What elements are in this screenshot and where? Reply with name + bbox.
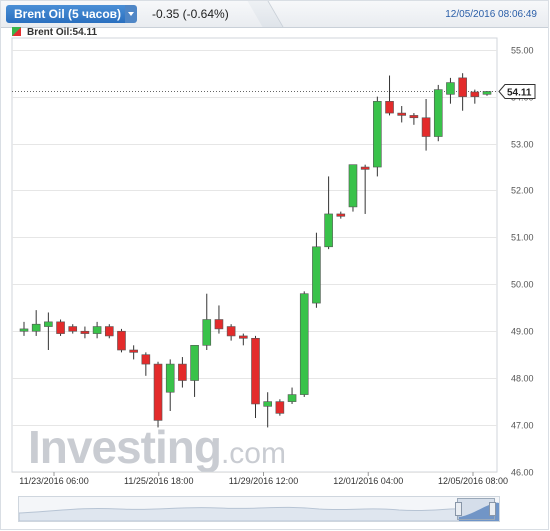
y-tick-label: 55.00	[511, 46, 534, 56]
candle-body[interactable]	[214, 319, 224, 330]
candle-body[interactable]	[226, 326, 236, 337]
y-tick-label: 48.00	[511, 374, 534, 384]
candle-body[interactable]	[104, 326, 114, 337]
candle-body[interactable]	[409, 115, 419, 119]
candle-body[interactable]	[336, 213, 346, 217]
x-tick-label: 12/01/2016 04:00	[333, 476, 403, 486]
candle-body[interactable]	[141, 354, 151, 365]
candle-body[interactable]	[165, 363, 175, 393]
candle-body[interactable]	[68, 326, 78, 332]
navigator-left-handle[interactable]	[455, 502, 462, 516]
candle-body[interactable]	[275, 401, 285, 414]
candle-body[interactable]	[129, 349, 138, 353]
candle-body[interactable]	[202, 319, 212, 346]
candle-body[interactable]	[312, 246, 321, 304]
current-price-label: 54.11	[507, 88, 532, 99]
navigator-right-handle[interactable]	[489, 502, 496, 516]
candle-body[interactable]	[385, 101, 394, 114]
range-navigator[interactable]	[18, 496, 500, 522]
x-tick-label: 11/23/2016 06:00	[19, 476, 88, 486]
candlestick-chart[interactable]: 46.00 47.00 48.00 49.00 50.00 51.00 52.00 53.00…	[0, 0, 550, 531]
y-tick-label: 53.00	[511, 140, 534, 150]
y-tick-label: 49.00	[511, 327, 534, 337]
candle-body[interactable]	[458, 77, 467, 97]
x-tick-label: 12/05/2016 08:00	[438, 476, 508, 486]
candle-body[interactable]	[19, 328, 29, 332]
candle-body[interactable]	[470, 91, 480, 97]
candle-body[interactable]	[482, 91, 492, 95]
candle-body[interactable]	[239, 335, 248, 339]
y-tick-label: 51.00	[511, 233, 534, 243]
candle-body[interactable]	[117, 330, 126, 351]
y-tick-label: 47.00	[511, 421, 534, 431]
candle-body[interactable]	[56, 321, 65, 334]
candle-body[interactable]	[190, 345, 199, 381]
candle-body[interactable]	[324, 213, 333, 248]
y-tick-label: 50.00	[511, 280, 534, 290]
candle-body[interactable]	[421, 117, 431, 137]
candle-body[interactable]	[348, 164, 358, 208]
navigator-sparkline	[18, 502, 499, 522]
candle-body[interactable]	[153, 363, 163, 421]
candle-body[interactable]	[287, 394, 297, 402]
candle-body[interactable]	[360, 166, 370, 170]
y-tick-label: 46.00	[511, 468, 534, 478]
candle-body[interactable]	[80, 330, 90, 334]
candle-body[interactable]	[397, 112, 407, 116]
candle-body[interactable]	[92, 326, 102, 334]
y-tick-label: 52.00	[511, 186, 534, 196]
candle-body[interactable]	[263, 401, 272, 407]
candle-body[interactable]	[31, 323, 41, 332]
x-tick-label: 11/25/2016 18:00	[124, 476, 193, 486]
x-tick-label: 11/29/2016 12:00	[229, 476, 298, 486]
candle-body[interactable]	[251, 337, 260, 405]
candle-body[interactable]	[433, 89, 443, 137]
candle-body[interactable]	[373, 101, 382, 168]
candle-body[interactable]	[446, 82, 455, 95]
candle-body[interactable]	[44, 321, 53, 327]
candle-body[interactable]	[299, 293, 309, 395]
candle-body[interactable]	[178, 363, 187, 381]
plot-area[interactable]	[11, 37, 498, 473]
